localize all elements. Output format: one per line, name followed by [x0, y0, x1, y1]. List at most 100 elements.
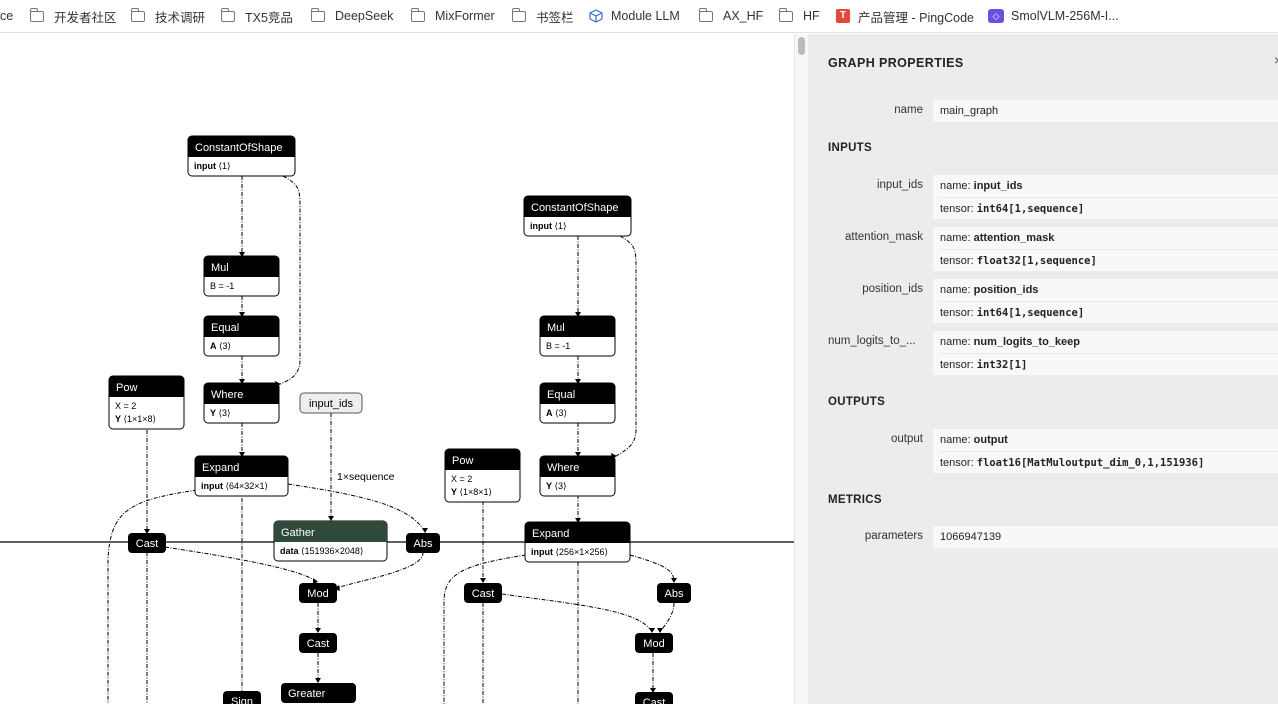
bookmark-deepseek[interactable]: DeepSeek	[311, 7, 393, 25]
node-attribute: Y ⟨1×8×1⟩	[451, 487, 492, 497]
canvas-scrollbar[interactable]	[794, 34, 808, 704]
bookmark-mixformer[interactable]: MixFormer	[411, 7, 495, 25]
bookmark-developer-community[interactable]: 开发者社区	[30, 7, 117, 25]
graph-node-cos1[interactable]: ConstantOfShape input ⟨1⟩	[187, 135, 296, 177]
node-title: Mul	[211, 262, 229, 274]
node-title: ConstantOfShape	[195, 142, 282, 154]
bookmark-label: 开发者社区	[54, 10, 117, 25]
op-label: Cast	[472, 588, 495, 600]
folder-icon	[30, 7, 44, 22]
graph-node-mul2[interactable]: Mul B = -1	[539, 315, 616, 357]
bookmark-tx5[interactable]: TX5竞品	[221, 7, 293, 25]
tensor-prefix: tensor:	[940, 359, 977, 371]
tensor-prefix: tensor:	[940, 307, 977, 319]
node-title: Expand	[202, 462, 239, 474]
folder-icon	[131, 7, 145, 22]
folder-icon	[311, 7, 325, 22]
node-title: Mul	[547, 322, 565, 334]
graph-nodes: ConstantOfShape input ⟨1⟩ Mul B = -1 Equal A …	[108, 135, 691, 704]
parameters-label: parameters	[864, 530, 923, 542]
edge-label-shape: 1×sequence	[337, 471, 395, 483]
graph-canvas[interactable]: ConstantOfShape input ⟨1⟩ Mul B = -1 Equal A …	[0, 34, 794, 704]
metrics-heading: METRICS	[828, 494, 882, 506]
node-attribute: X = 2	[451, 474, 472, 484]
input-tensor-type: float32[1,sequence]	[976, 255, 1097, 267]
graph-node-mul1[interactable]: Mul B = -1	[203, 255, 280, 297]
input-label-num-logits: num_logits_to_...	[828, 335, 916, 347]
op-label: Abs	[665, 588, 684, 600]
bookmark-pingcode[interactable]: T 产品管理 - PingCode	[836, 7, 974, 25]
node-attribute: B = -1	[546, 341, 570, 351]
graph-op-cast2[interactable]: Cast	[299, 633, 337, 653]
op-label: Abs	[414, 538, 433, 550]
bookmark-ax-hf[interactable]: AX_HF	[699, 7, 763, 25]
sidebar-title: GRAPH PROPERTIES	[828, 56, 964, 70]
output-tensor-type: float16[MatMuloutput_dim_0,1,151936]	[976, 457, 1205, 469]
tensor-prefix: tensor:	[940, 457, 977, 469]
graph-node-where1[interactable]: Where Y ⟨3⟩	[203, 382, 280, 424]
node-attribute: Y ⟨1×1×8⟩	[115, 414, 156, 424]
graph-node-pow2[interactable]: Pow X = 2 Y ⟨1×8×1⟩	[444, 448, 521, 503]
graph-node-cos2[interactable]: ConstantOfShape input ⟨1⟩	[523, 195, 632, 237]
bookmark-module-llm[interactable]: Module LLM	[589, 7, 680, 25]
graph-op-sign[interactable]: Sign	[223, 691, 261, 704]
graph-node-eq1[interactable]: Equal A ⟨3⟩	[203, 315, 280, 357]
node-title: Equal	[547, 389, 575, 401]
op-label: Cast	[136, 538, 159, 550]
bookmark-smolvlm[interactable]: ◇ SmolVLM-256M-I...	[988, 7, 1119, 25]
graph-op-mod2[interactable]: Mod	[635, 633, 673, 653]
graph-op-abs2[interactable]: Abs	[657, 583, 691, 603]
bookmark-tech-research[interactable]: 技术调研	[131, 7, 205, 25]
scrollbar-thumb[interactable]	[798, 37, 805, 55]
input-tensor-type: int32[1]	[976, 359, 1028, 371]
graph-op-abs1[interactable]: Abs	[406, 533, 440, 553]
graph-node-gather[interactable]: Gather data ⟨151936×2048⟩	[273, 520, 388, 562]
node-title: Pow	[452, 455, 473, 467]
bookmark-label: HF	[803, 9, 820, 23]
input-value-position-ids: name: position_ids tensor: int64[1,seque…	[933, 279, 1278, 323]
bookmark-label: DeepSeek	[335, 9, 394, 23]
graph-op-cast1[interactable]: Cast	[128, 533, 166, 553]
node-attribute: input ⟨256×1×256⟩	[531, 547, 608, 557]
inputs-heading: INPUTS	[828, 142, 872, 154]
smolvlm-icon: ◇	[988, 9, 1004, 23]
name-prefix: name:	[940, 336, 974, 348]
bookmark-hf[interactable]: HF	[779, 7, 820, 25]
bookmark-ce[interactable]: ce	[0, 7, 13, 25]
parameters-value-box: 1066947139	[933, 526, 1278, 548]
node-title: Equal	[211, 322, 239, 334]
graph-node-expand1[interactable]: Expand input ⟨64×32×1⟩	[194, 455, 289, 497]
tensor-prefix: tensor:	[940, 255, 977, 267]
graph-op-greater[interactable]: Greater	[281, 683, 356, 703]
graph-node-eq2[interactable]: Equal A ⟨3⟩	[539, 382, 616, 424]
node-attribute: input ⟨64×32×1⟩	[201, 481, 268, 491]
node-attribute: input ⟨1⟩	[530, 221, 567, 231]
op-label: Mod	[307, 588, 328, 600]
node-title: ConstantOfShape	[531, 202, 618, 214]
node-attribute: input ⟨1⟩	[194, 161, 231, 171]
close-icon[interactable]: ×	[1274, 52, 1278, 68]
tensor-prefix: tensor:	[940, 203, 977, 215]
outputs-heading: OUTPUTS	[828, 396, 886, 408]
op-label: Sign	[231, 696, 253, 704]
input-name: input_ids	[973, 180, 1023, 192]
graph-op-mod1[interactable]: Mod	[299, 583, 337, 603]
folder-icon	[699, 7, 713, 22]
bookmark-label: MixFormer	[435, 9, 495, 23]
bookmark-bar-folder[interactable]: 书签栏	[512, 7, 574, 25]
name-value: main_graph	[940, 105, 999, 117]
node-title: Where	[211, 389, 243, 401]
op-label: Mod	[643, 638, 664, 650]
input-node-input-ids[interactable]: input_ids	[299, 392, 363, 414]
graph-op-cast4[interactable]: Cast	[635, 692, 673, 704]
name-value-box: main_graph	[933, 100, 1278, 122]
graph-node-expand2[interactable]: Expand input ⟨256×1×256⟩	[524, 521, 631, 563]
input-label-input-ids: input_ids	[876, 179, 923, 191]
graph-node-pow1[interactable]: Pow X = 2 Y ⟨1×1×8⟩	[108, 375, 185, 430]
parameters-value: 1066947139	[940, 531, 1002, 543]
graph-node-where2[interactable]: Where Y ⟨3⟩	[539, 455, 616, 497]
folder-icon	[221, 7, 235, 22]
properties-sidebar: GRAPH PROPERTIES × name main_graph INPUT…	[808, 34, 1278, 704]
graph-view: ConstantOfShape input ⟨1⟩ Mul B = -1 Equal A …	[0, 135, 794, 704]
graph-op-cast3[interactable]: Cast	[464, 583, 502, 603]
